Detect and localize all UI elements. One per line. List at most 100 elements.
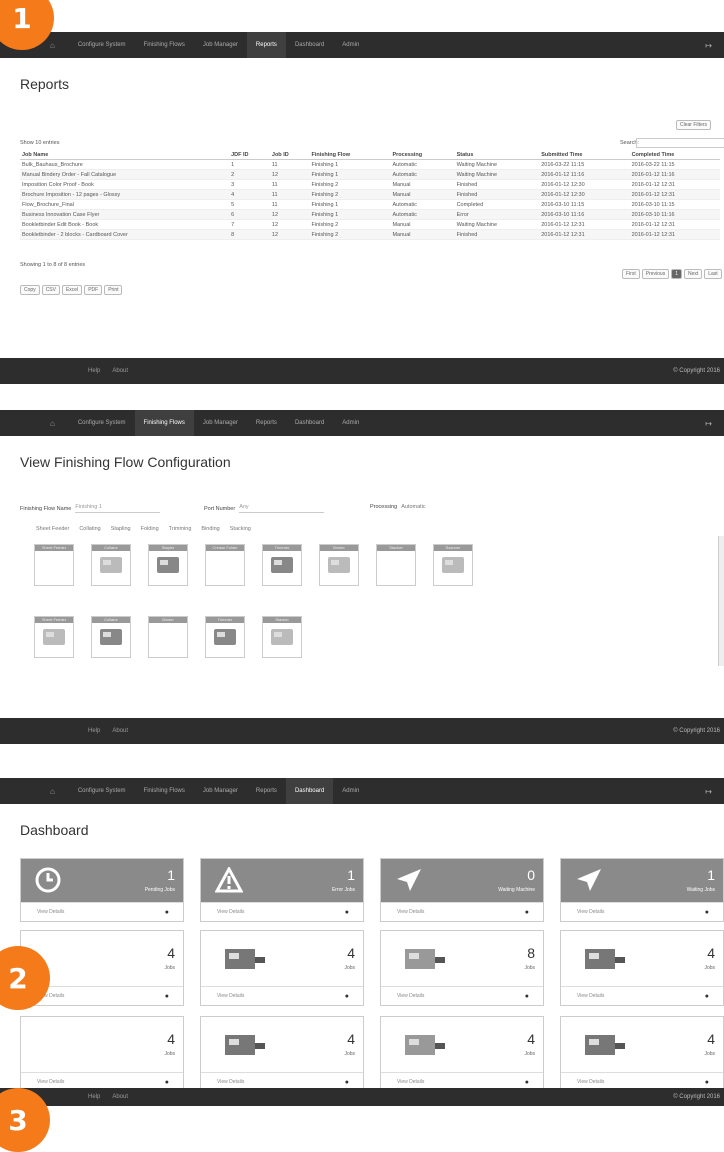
table-cell: Automatic	[390, 169, 455, 180]
table-row[interactable]: Imposition Color Proof - Book 3 11 Finishin…	[20, 179, 720, 190]
nav-configure-system[interactable]: Configure System	[69, 32, 135, 58]
nav-reports[interactable]: Reports	[247, 778, 286, 804]
print-button[interactable]: Print	[104, 285, 123, 295]
machine-card[interactable]: 4 Jobs View Details ●	[20, 1016, 184, 1092]
nav-job-manager[interactable]: Job Manager	[194, 410, 247, 436]
show-entries-select[interactable]: Show 10 entries	[20, 140, 59, 146]
logout-icon[interactable]: ↦	[705, 41, 724, 50]
machine-tile[interactable]: Binder	[319, 544, 359, 586]
nav-finishing-flows[interactable]: Finishing Flows	[134, 410, 194, 436]
scrollbar[interactable]	[718, 536, 724, 666]
stat-card[interactable]: 1 Pending Jobs View Details ●	[20, 858, 184, 922]
next-page-button[interactable]: Next	[683, 269, 703, 279]
copy-button[interactable]: Copy	[20, 285, 40, 295]
nav-job-manager[interactable]: Job Manager	[194, 32, 247, 58]
view-details-link[interactable]: View Details ●	[201, 902, 363, 921]
home-icon[interactable]: ⌂	[0, 410, 69, 436]
table-row[interactable]: Bookletbinder Edit Book - Book 7 12 Finishi…	[20, 219, 720, 230]
home-icon[interactable]: ⌂	[0, 778, 69, 804]
nav-configure-system[interactable]: Configure System	[69, 410, 135, 436]
column-header[interactable]: Status	[454, 150, 540, 160]
machine-tile[interactable]: Sheet Feeder	[34, 544, 74, 586]
nav-dashboard[interactable]: Dashboard	[285, 778, 334, 804]
page-1-button[interactable]: 1	[671, 269, 682, 279]
help-link[interactable]: Help	[88, 728, 100, 734]
machine-icon	[43, 629, 65, 645]
help-link[interactable]: Help	[88, 1094, 100, 1100]
machine-card[interactable]: 4 Jobs View Details ●	[200, 930, 364, 1006]
machine-tile[interactable]: Collator	[91, 616, 131, 658]
nav-reports[interactable]: Reports	[246, 32, 286, 58]
column-header[interactable]: Finishing Flow	[309, 150, 391, 160]
nav-job-manager[interactable]: Job Manager	[194, 778, 247, 804]
machine-tile[interactable]: Trimmer	[262, 544, 302, 586]
last-page-button[interactable]: Last	[704, 269, 722, 279]
about-link[interactable]: About	[112, 368, 128, 374]
machine-card[interactable]: 4 Jobs View Details ●	[560, 930, 724, 1006]
stat-card[interactable]: 1 Waiting Jobs View Details ●	[560, 858, 724, 922]
nav-reports[interactable]: Reports	[247, 410, 286, 436]
machine-tile[interactable]: Stacker	[262, 616, 302, 658]
footer: Help About © Copyright 2016	[0, 1088, 724, 1106]
csv-button[interactable]: CSV	[41, 285, 60, 295]
machine-tile[interactable]: Stacker	[376, 544, 416, 586]
machine-tile-label: Binder	[320, 545, 358, 551]
table-row[interactable]: Business Innovation Case Flyer 6 12 Finishi…	[20, 209, 720, 220]
machine-tile[interactable]: Crease Folder	[205, 544, 245, 586]
machine-card[interactable]: 4 Jobs View Details ●	[560, 1016, 724, 1092]
machine-tile[interactable]: Scanner	[433, 544, 473, 586]
nav-configure-system[interactable]: Configure System	[69, 778, 135, 804]
stat-card[interactable]: 1 Error Jobs View Details ●	[200, 858, 364, 922]
logout-icon[interactable]: ↦	[705, 419, 724, 428]
page-title: View Finishing Flow Configuration	[20, 454, 231, 470]
table-row[interactable]: Flow_Brochure_Final 5 11 Finishing 1 Automat…	[20, 199, 720, 210]
about-link[interactable]: About	[112, 1094, 128, 1100]
view-details-link[interactable]: View Details ●	[381, 902, 543, 921]
view-details-link[interactable]: View Details ●	[201, 986, 363, 1005]
machine-tile[interactable]: Sheet Feeder	[34, 616, 74, 658]
machine-tile[interactable]: Binder	[148, 616, 188, 658]
help-link[interactable]: Help	[88, 368, 100, 374]
view-details-link[interactable]: View Details ●	[561, 986, 723, 1005]
nav-admin[interactable]: Admin	[333, 32, 368, 58]
stat-card[interactable]: 0 Waiting Machine View Details ●	[380, 858, 544, 922]
table-row[interactable]: Bookletbinder - 2 blocks - Cardboard Cov…	[20, 229, 720, 240]
view-details-label: View Details	[577, 993, 605, 999]
column-header[interactable]: Completed Time	[629, 150, 720, 160]
table-row[interactable]: Manual Bindery Order - Fall Catalogue 2 12…	[20, 169, 720, 180]
table-row[interactable]: Brochure Imposition - 12 pages - Glossy 4…	[20, 189, 720, 200]
first-page-button[interactable]: First	[622, 269, 640, 279]
table-cell: 2016-01-12 12:31	[629, 179, 720, 190]
machine-icon	[157, 557, 179, 573]
nav-admin[interactable]: Admin	[333, 410, 368, 436]
view-details-link[interactable]: View Details ●	[561, 902, 723, 921]
column-header[interactable]: Job ID	[269, 150, 310, 160]
column-header[interactable]: JDF ID	[229, 150, 270, 160]
logout-icon[interactable]: ↦	[705, 787, 724, 796]
table-row[interactable]: Bulk_Bauhaus_Brochure 1 11 Finishing 1 Autom…	[20, 159, 720, 170]
column-header[interactable]: Submitted Time	[539, 150, 630, 160]
nav-dashboard[interactable]: Dashboard	[286, 32, 333, 58]
nav-admin[interactable]: Admin	[333, 778, 368, 804]
nav-finishing-flows[interactable]: Finishing Flows	[135, 32, 194, 58]
machine-tile[interactable]: Trimmer	[205, 616, 245, 658]
nav-dashboard[interactable]: Dashboard	[286, 410, 333, 436]
excel-button[interactable]: Excel	[61, 285, 83, 295]
arrow-circle-icon: ●	[524, 992, 529, 1000]
machine-tile[interactable]: Stapler	[148, 544, 188, 586]
machine-card[interactable]: 4 Jobs View Details ●	[200, 1016, 364, 1092]
view-details-link[interactable]: View Details ●	[21, 902, 183, 921]
machine-job-label: Jobs	[524, 965, 535, 971]
machine-card[interactable]: 8 Jobs View Details ●	[380, 930, 544, 1006]
column-header[interactable]: Job Name	[20, 150, 230, 160]
clear-filters-button[interactable]: Clear Filters	[676, 120, 711, 130]
previous-page-button[interactable]: Previous	[641, 269, 670, 279]
about-link[interactable]: About	[112, 728, 128, 734]
machine-tile[interactable]: Collator	[91, 544, 131, 586]
pdf-button[interactable]: PDF	[84, 285, 103, 295]
machine-card[interactable]: 4 Jobs View Details ●	[380, 1016, 544, 1092]
nav-finishing-flows[interactable]: Finishing Flows	[135, 778, 194, 804]
column-header[interactable]: Processing	[390, 150, 455, 160]
search-input[interactable]	[636, 138, 724, 148]
view-details-link[interactable]: View Details ●	[381, 986, 543, 1005]
